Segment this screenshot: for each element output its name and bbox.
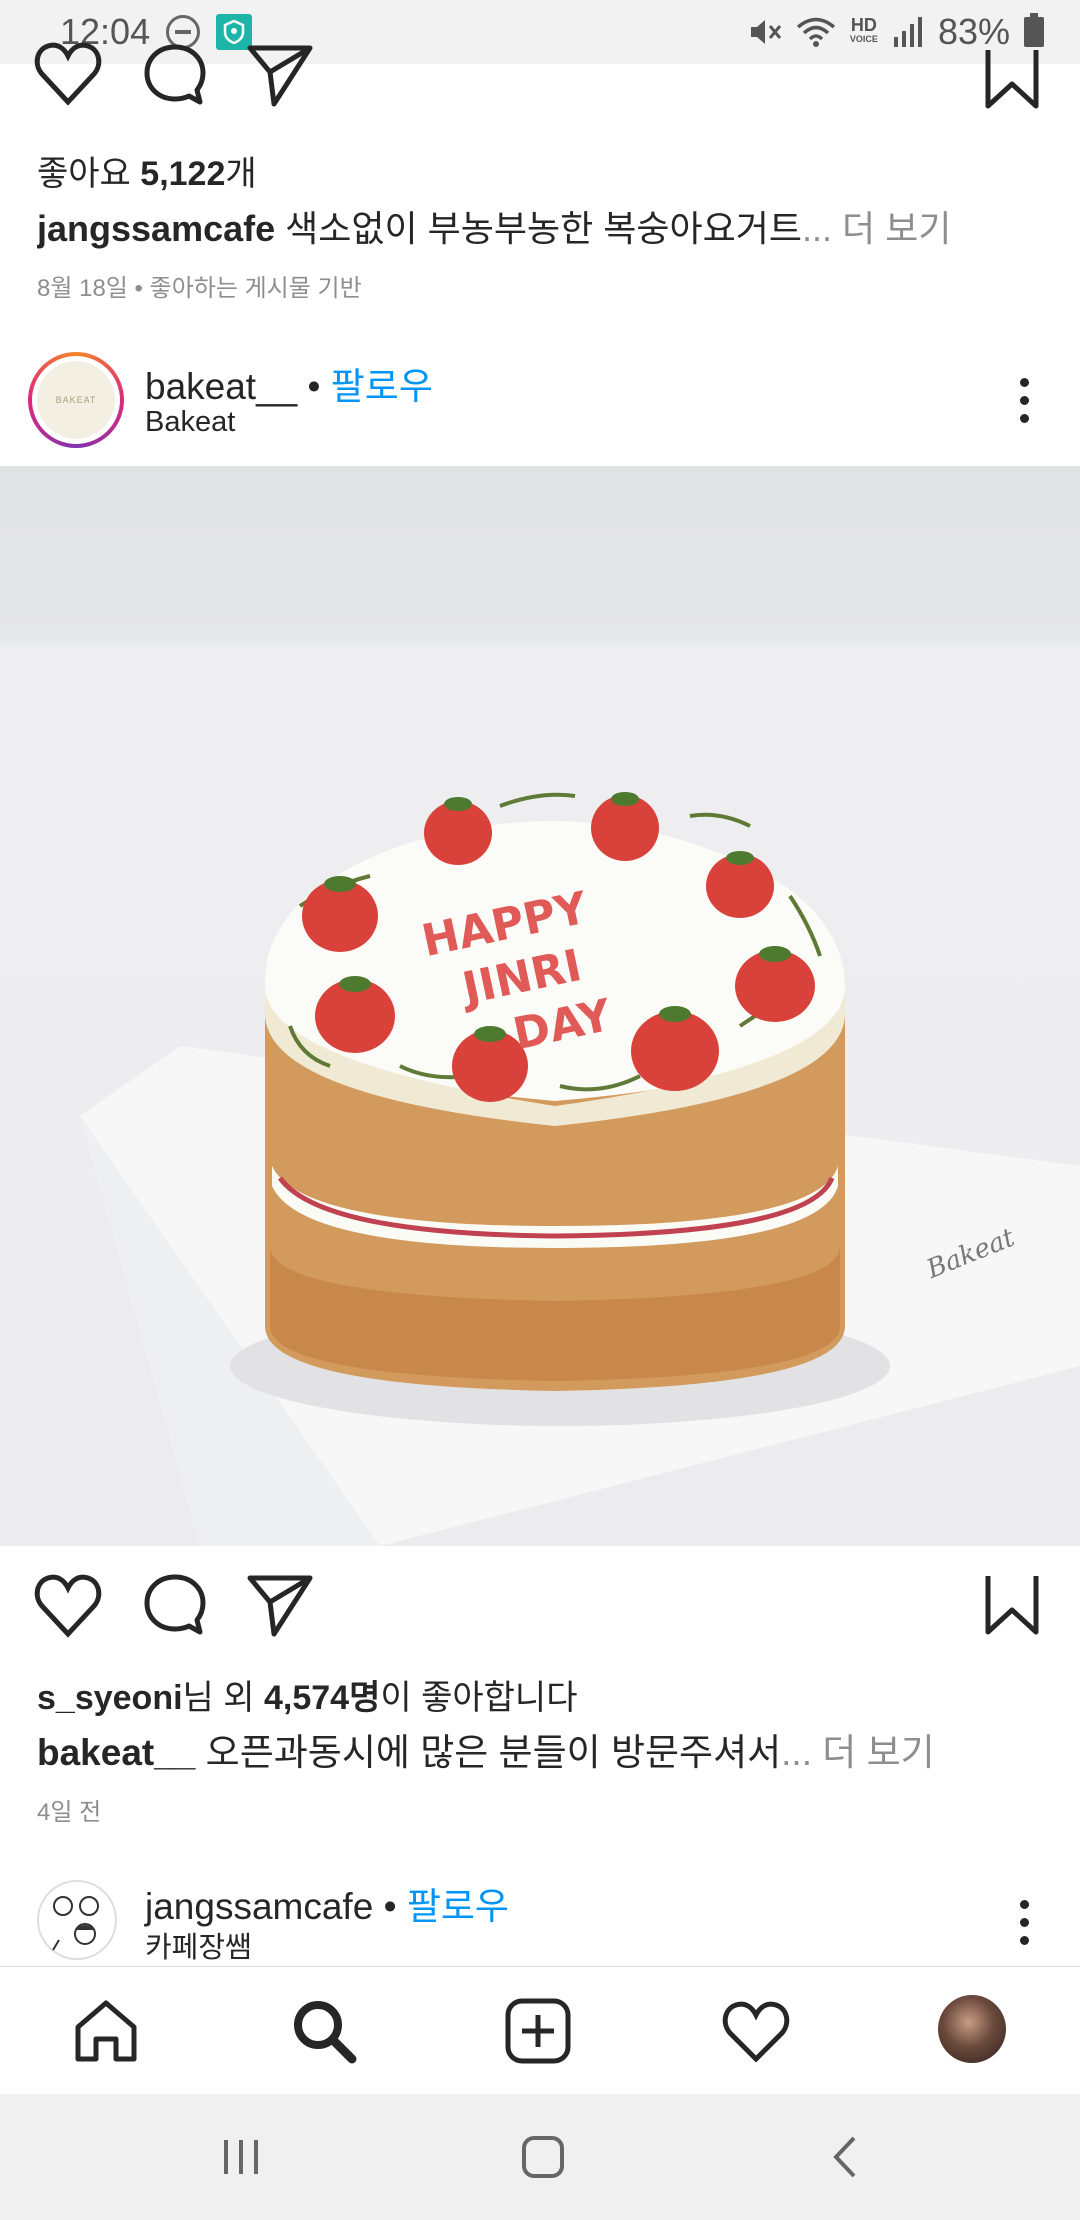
back-icon[interactable] bbox=[830, 2134, 860, 2180]
heart-icon[interactable] bbox=[34, 38, 102, 108]
search-icon[interactable] bbox=[288, 1995, 360, 2067]
recent-apps-icon[interactable] bbox=[220, 2136, 262, 2178]
send-icon[interactable] bbox=[246, 42, 314, 108]
wifi-icon bbox=[796, 17, 836, 47]
post1-date: 8월 18일 • 좋아하는 게시물 기반 bbox=[37, 275, 362, 302]
post3-header: jangssamcafe • 팔로우 카페장쌤 bbox=[0, 1858, 1080, 1966]
post1-likes[interactable]: 좋아요 5,122개 bbox=[37, 146, 1050, 195]
heart-icon[interactable] bbox=[34, 1570, 102, 1640]
cartoon-avatar-icon bbox=[52, 1896, 99, 1951]
add-post-icon[interactable] bbox=[502, 1995, 574, 2067]
post-subtitle: 카페장쌤 bbox=[145, 1932, 252, 1964]
comment-icon[interactable] bbox=[142, 42, 208, 108]
cake-photo: HAPPY JINRI DAY Bakeat bbox=[80, 792, 1080, 1546]
comment-icon[interactable] bbox=[142, 1572, 208, 1638]
post-photo[interactable]: HAPPY JINRI DAY Bakeat bbox=[0, 466, 1080, 1546]
signal-icon bbox=[893, 17, 922, 47]
caption-username[interactable]: jangssamcafe bbox=[37, 208, 275, 249]
bottom-navigation bbox=[0, 1966, 1080, 2094]
post1-action-bar bbox=[0, 42, 1080, 148]
post2-caption[interactable]: bakeat__ 오픈과동시에 많은 분들이 방문주셔서... 더 보기 bbox=[37, 1722, 1050, 1776]
post2-likes[interactable]: s_syeoni님 외 4,574명이 좋아합니다 bbox=[37, 1670, 1050, 1719]
post-username[interactable]: bakeat__ • 팔로우 bbox=[145, 356, 433, 410]
post-subtitle: Bakeat bbox=[145, 406, 236, 438]
heart-icon[interactable] bbox=[720, 1995, 792, 2067]
post2-header: BAKEAT bakeat__ • 팔로우 Bakeat bbox=[0, 338, 1080, 458]
hd-voice-indicator: HD VOICE bbox=[849, 15, 878, 44]
send-icon[interactable] bbox=[246, 1572, 314, 1638]
more-vertical-icon[interactable] bbox=[1020, 378, 1030, 432]
mute-icon bbox=[750, 20, 782, 44]
avatar[interactable]: BAKEAT bbox=[28, 352, 124, 448]
liked-by-username[interactable]: s_syeoni bbox=[37, 1679, 183, 1717]
home-button-icon[interactable] bbox=[520, 2134, 566, 2180]
more-link[interactable]: ... 더 보기 bbox=[802, 208, 951, 249]
battery-icon bbox=[1024, 13, 1044, 47]
more-vertical-icon[interactable] bbox=[1020, 1900, 1030, 1954]
avatar[interactable] bbox=[37, 1880, 117, 1960]
home-icon[interactable] bbox=[70, 1995, 142, 2067]
battery-percent: 83% bbox=[937, 11, 1010, 52]
follow-button[interactable]: 팔로우 bbox=[331, 366, 433, 407]
post1-caption[interactable]: jangssamcafe 색소없이 부농부농한 복숭아요거트... 더 보기 bbox=[37, 200, 1050, 252]
more-link[interactable]: ... 더 보기 bbox=[781, 1732, 935, 1773]
post-username[interactable]: jangssamcafe • 팔로우 bbox=[145, 1876, 509, 1930]
system-navigation-bar bbox=[0, 2094, 1080, 2220]
profile-avatar[interactable] bbox=[938, 1995, 1010, 2067]
bakeat-logo: BAKEAT bbox=[37, 361, 115, 439]
post2-action-bar bbox=[0, 1570, 1080, 1660]
bookmark-icon[interactable] bbox=[984, 1574, 1040, 1636]
follow-button[interactable]: 팔로우 bbox=[407, 1886, 509, 1927]
caption-username[interactable]: bakeat__ bbox=[37, 1732, 195, 1773]
bookmark-icon[interactable] bbox=[984, 48, 1040, 110]
post2-date: 4일 전 bbox=[37, 1799, 102, 1826]
